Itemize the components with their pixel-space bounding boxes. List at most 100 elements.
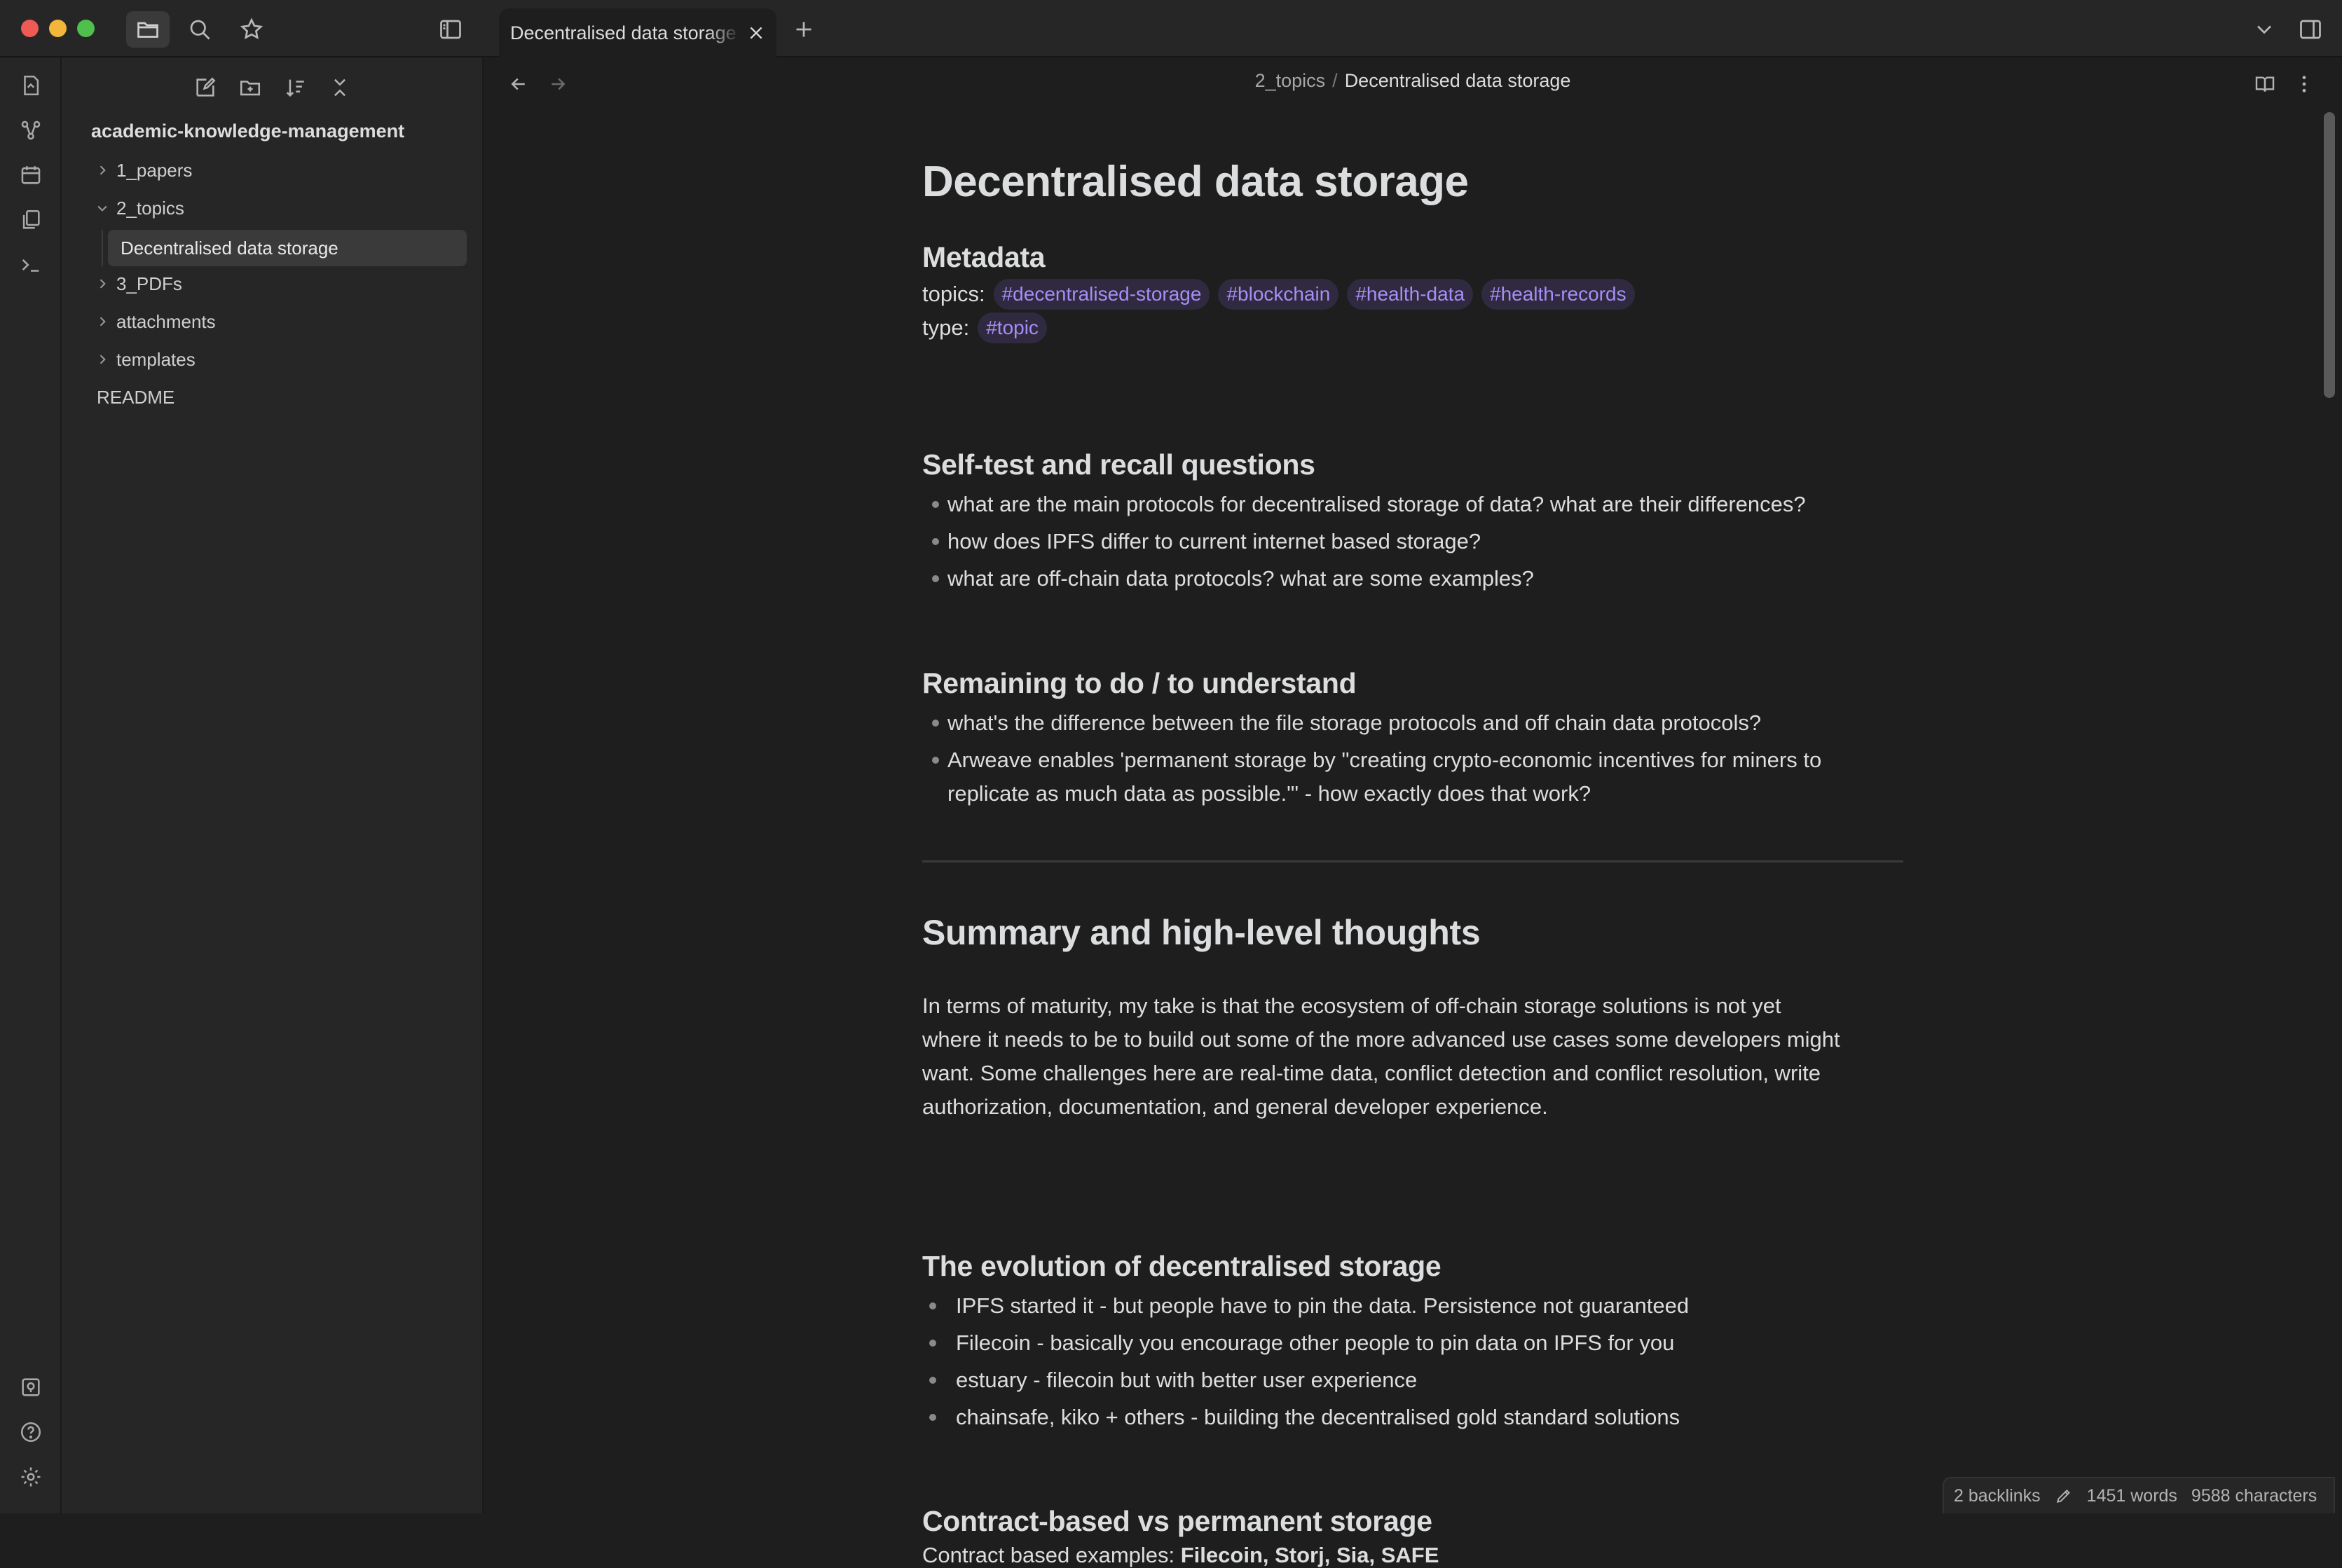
horizontal-rule — [922, 860, 1903, 862]
tree-item-label: 3_PDFs — [116, 273, 182, 294]
sidebar-toggle-icon — [440, 20, 461, 39]
tab-list-button[interactable] — [2242, 11, 2286, 48]
file-readme[interactable]: README — [97, 380, 174, 415]
star-icon — [240, 18, 263, 40]
contract-examples-line: Contract based examples: Filecoin, Storj… — [922, 1543, 1439, 1567]
new-folder-button[interactable] — [233, 70, 268, 105]
more-options-button[interactable] — [2289, 69, 2320, 99]
folder-2-topics[interactable]: 2_topics — [91, 191, 184, 226]
command-palette-button[interactable] — [15, 249, 46, 280]
list-item: IPFS started it - but people have to pin… — [929, 1289, 1689, 1323]
folder-templates[interactable]: templates — [91, 342, 196, 377]
breadcrumb: 2_topics / Decentralised data storage — [484, 70, 2342, 92]
type-property: type: #topic — [922, 312, 1047, 343]
tab-close-button[interactable] — [746, 22, 767, 43]
folder-1-papers[interactable]: 1_papers — [91, 153, 192, 188]
vault-name[interactable]: academic-knowledge-management — [91, 121, 404, 142]
quick-switcher-button[interactable] — [15, 70, 46, 101]
file-explorer: academic-knowledge-management 1_papers 2… — [62, 57, 484, 1513]
heading-summary: Summary and high-level thoughts — [922, 913, 1481, 952]
character-count: 9588 characters — [2191, 1485, 2317, 1506]
note-title: Decentralised data storage — [922, 158, 1469, 206]
tag-health-records[interactable]: #health-records — [1481, 279, 1635, 310]
edit-mode-icon[interactable] — [2055, 1487, 2073, 1505]
tree-item-label: attachments — [116, 310, 216, 332]
breadcrumb-parent[interactable]: 2_topics — [1255, 70, 1326, 91]
chevron-right-icon — [91, 273, 114, 295]
maximize-window-button[interactable] — [77, 20, 95, 37]
new-note-button[interactable] — [188, 70, 223, 105]
file-decentralised-data-storage[interactable]: Decentralised data storage — [108, 230, 467, 266]
list-item: what's the difference between the file s… — [932, 706, 1761, 740]
list-item: chainsafe, kiko + others - building the … — [929, 1401, 1680, 1434]
tree-item-label: templates — [116, 348, 196, 370]
graph-view-button[interactable] — [15, 115, 46, 146]
search-button[interactable] — [178, 11, 221, 48]
word-count: 1451 words — [2086, 1485, 2177, 1506]
heading-metadata: Metadata — [922, 241, 1046, 273]
backlinks-count[interactable]: 2 backlinks — [1954, 1486, 2041, 1506]
chevron-right-icon — [91, 159, 114, 181]
book-open-icon — [2255, 76, 2275, 92]
more-vertical-icon — [2302, 76, 2306, 92]
breadcrumb-separator: / — [1332, 70, 1338, 91]
chevron-down-icon — [91, 197, 114, 219]
sort-icon — [286, 79, 304, 97]
daily-note-button[interactable] — [15, 160, 46, 191]
help-icon — [20, 1422, 41, 1443]
search-icon — [190, 20, 210, 40]
right-sidebar-icon — [2300, 20, 2321, 39]
minimize-window-button[interactable] — [49, 20, 67, 37]
toggle-right-sidebar-button[interactable] — [2289, 11, 2332, 48]
new-tab-button[interactable] — [782, 11, 826, 48]
help-button[interactable] — [15, 1417, 46, 1447]
open-vault-button[interactable] — [15, 1372, 46, 1403]
list-item: estuary - filecoin but with better user … — [929, 1363, 1417, 1397]
list-item: Filecoin - basically you encourage other… — [929, 1326, 1674, 1360]
breadcrumb-current[interactable]: Decentralised data storage — [1345, 70, 1571, 91]
tag-blockchain[interactable]: #blockchain — [1218, 279, 1339, 310]
heading-remaining: Remaining to do / to understand — [922, 667, 1357, 699]
templates-button[interactable] — [15, 205, 46, 235]
list-item-continuation: replicate as much data as possible."' - … — [947, 781, 1591, 806]
editor-scrollbar[interactable] — [2324, 112, 2335, 398]
list-item: what are off-chain data protocols? what … — [932, 562, 1534, 596]
heading-evolution: The evolution of decentralised storage — [922, 1250, 1442, 1282]
tree-item-label: README — [97, 386, 175, 408]
topics-property: topics: #decentralised-storage #blockcha… — [922, 279, 1635, 310]
heading-contract-vs-permanent: Contract-based vs permanent storage — [922, 1505, 1432, 1537]
tree-item-label: 1_papers — [116, 159, 193, 181]
tag-topic[interactable]: #topic — [978, 312, 1047, 343]
open-vault-icon — [22, 1378, 40, 1396]
topics-label: topics: — [922, 282, 985, 306]
heading-self-test: Self-test and recall questions — [922, 448, 1315, 481]
bookmarks-button[interactable] — [230, 11, 273, 48]
summary-paragraph: In terms of maturity, my take is that th… — [922, 993, 1840, 1119]
graph-view-icon — [21, 121, 41, 140]
daily-note-icon — [21, 166, 41, 184]
title-bar: Decentralised data storage — [0, 0, 2342, 57]
new-note-icon — [196, 77, 216, 97]
tab-title: Decentralised data storage — [510, 22, 737, 43]
ribbon — [0, 57, 62, 1513]
folder-attachments[interactable]: attachments — [91, 304, 216, 339]
files-button[interactable] — [126, 11, 170, 48]
collapse-all-icon — [334, 78, 345, 97]
templates-icon — [22, 209, 40, 229]
settings-button[interactable] — [15, 1462, 46, 1492]
chevron-down-icon — [2257, 25, 2271, 34]
settings-icon — [21, 1467, 41, 1487]
folder-icon — [137, 22, 158, 38]
collapse-all-button[interactable] — [322, 70, 357, 105]
folder-3-pdfs[interactable]: 3_PDFs — [91, 266, 182, 301]
change-sort-order-button[interactable] — [278, 70, 313, 105]
reading-view-button[interactable] — [2249, 69, 2280, 99]
tab-decentralised-data-storage[interactable]: Decentralised data storage — [499, 8, 776, 57]
list-item: what are the main protocols for decentra… — [932, 488, 1806, 521]
close-window-button[interactable] — [21, 20, 39, 37]
command-palette-icon — [22, 259, 39, 272]
tag-health-data[interactable]: #health-data — [1347, 279, 1474, 310]
obsidian-window: Decentralised data storage academic-know… — [0, 0, 2342, 1567]
toggle-left-sidebar-button[interactable] — [429, 11, 472, 48]
tag-decentralised-storage[interactable]: #decentralised-storage — [993, 279, 1210, 310]
